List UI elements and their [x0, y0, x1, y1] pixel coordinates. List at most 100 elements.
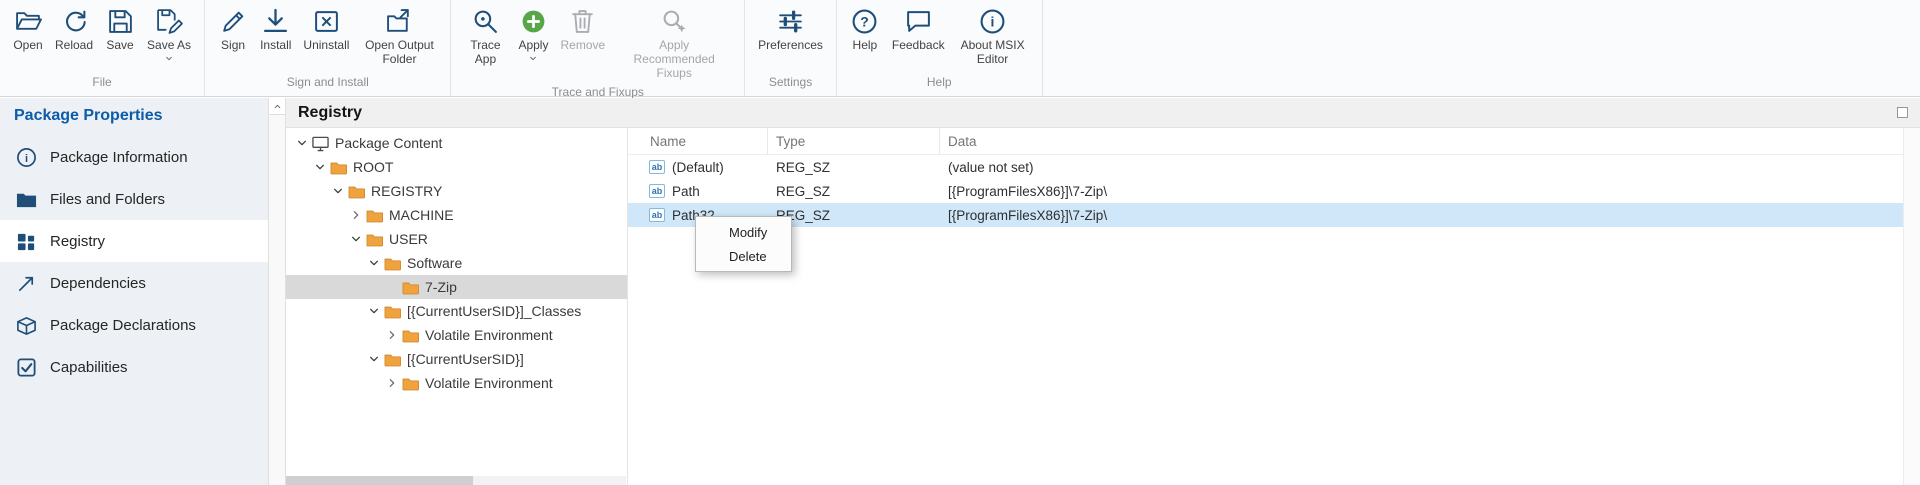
folder-icon	[402, 375, 419, 392]
chevron-down-icon[interactable]	[348, 231, 364, 247]
sidebar-item-files-and-folders[interactable]: Files and Folders	[0, 178, 268, 220]
remove-button[interactable]: Remove	[554, 5, 611, 55]
ribbon-group-settings: Preferences Settings	[745, 0, 837, 96]
tree-item-currentusersid-classes[interactable]: [{CurrentUserSID}]_Classes	[286, 299, 627, 323]
sign-button[interactable]: Sign	[212, 5, 254, 55]
tree-item-volatile-environment-2[interactable]: Volatile Environment	[286, 371, 627, 395]
ribbon-group-help: Help Feedback About MSIX Editor Help	[837, 0, 1043, 96]
cell-type: REG_SZ	[768, 184, 940, 199]
button-label: Open Output Folder	[361, 39, 437, 67]
cell-data: [{ProgramFilesX86}]\7-Zip\	[940, 184, 1920, 199]
chevron-down-icon[interactable]	[366, 351, 382, 367]
open-output-folder-icon	[386, 8, 413, 35]
trace-app-button[interactable]: Trace App	[458, 5, 512, 69]
ribbon-group-label: Sign and Install	[205, 72, 450, 96]
chevron-right-icon[interactable]	[384, 327, 400, 343]
scroll-up-button[interactable]	[269, 98, 285, 115]
button-label: Feedback	[892, 39, 945, 53]
sidebar-item-package-information[interactable]: Package Information	[0, 136, 268, 178]
table-row-default[interactable]: ab (Default) REG_SZ (value not set)	[628, 155, 1920, 179]
save-icon	[107, 8, 134, 35]
chevron-down-icon[interactable]	[312, 159, 328, 175]
cell-type: REG_SZ	[768, 208, 940, 223]
feedback-button[interactable]: Feedback	[886, 5, 951, 55]
tree-item-user[interactable]: USER	[286, 227, 627, 251]
chevron-down-icon[interactable]	[294, 135, 310, 151]
value-name: (Default)	[672, 160, 724, 175]
sidebar-item-capabilities[interactable]: Capabilities	[0, 346, 268, 388]
tree-item-registry[interactable]: REGISTRY	[286, 179, 627, 203]
sidebar-item-registry[interactable]: Registry	[0, 220, 268, 262]
preferences-button[interactable]: Preferences	[752, 5, 829, 55]
chevron-down-icon[interactable]	[330, 183, 346, 199]
apply-button[interactable]: Apply	[512, 5, 554, 64]
tree-item-volatile-environment-1[interactable]: Volatile Environment	[286, 323, 627, 347]
sidebar-item-label: Dependencies	[50, 275, 146, 292]
trash-icon	[569, 8, 596, 35]
column-header-name[interactable]: Name	[628, 128, 768, 154]
chevron-down-icon[interactable]	[366, 303, 382, 319]
uninstall-button[interactable]: Uninstall	[297, 5, 355, 55]
column-header-data[interactable]: Data	[940, 128, 1920, 154]
button-label: Open	[13, 39, 42, 53]
tree-item-label: [{CurrentUserSID}]	[407, 351, 524, 367]
package-box-icon	[16, 315, 37, 336]
save-button[interactable]: Save	[99, 5, 141, 55]
ribbon-group-file: Open Reload Save Save As File	[0, 0, 205, 96]
registry-values-table: Name Type Data ab (Default) REG_SZ (valu…	[628, 128, 1920, 485]
reg-sz-icon: ab	[649, 184, 665, 198]
main-panel: Registry Package Content ROOT	[286, 98, 1920, 485]
reload-button[interactable]: Reload	[49, 5, 99, 55]
folder-icon	[366, 207, 383, 224]
chevron-up-icon	[273, 103, 282, 110]
about-msix-editor-button[interactable]: About MSIX Editor	[951, 5, 1035, 69]
open-button[interactable]: Open	[7, 5, 49, 55]
context-menu-item-modify[interactable]: Modify	[696, 220, 791, 244]
tree-item-machine[interactable]: MACHINE	[286, 203, 627, 227]
context-menu-item-delete[interactable]: Delete	[696, 244, 791, 268]
folder-icon	[384, 303, 401, 320]
expander-placeholder	[384, 279, 400, 295]
tree-item-package-content[interactable]: Package Content	[286, 131, 627, 155]
registry-header-bar: Registry	[286, 98, 1920, 128]
horizontal-scrollbar[interactable]	[286, 476, 626, 485]
tree-item-7zip[interactable]: 7-Zip	[286, 275, 627, 299]
save-as-icon	[156, 8, 183, 35]
preferences-sliders-icon	[777, 8, 804, 35]
vertical-scrollbar[interactable]	[268, 98, 286, 485]
registry-blocks-icon	[16, 231, 37, 252]
sidebar-item-dependencies[interactable]: Dependencies	[0, 262, 268, 304]
sidebar-item-label: Capabilities	[50, 359, 128, 376]
panel-toggle-icon[interactable]	[1897, 107, 1908, 118]
sidebar-title: Package Properties	[0, 98, 268, 136]
feedback-bubble-icon	[905, 8, 932, 35]
sign-pencil-icon	[220, 8, 247, 35]
tree-item-label: Software	[407, 255, 462, 271]
chevron-right-icon[interactable]	[348, 207, 364, 223]
save-as-button[interactable]: Save As	[141, 5, 197, 64]
checkbox-check-icon	[16, 357, 37, 378]
table-row-path32[interactable]: ab Path32 REG_SZ [{ProgramFilesX86}]\7-Z…	[628, 203, 1920, 227]
chevron-down-icon[interactable]	[366, 255, 382, 271]
install-button[interactable]: Install	[254, 5, 297, 55]
sidebar-item-label: Files and Folders	[50, 191, 165, 208]
value-name: Path	[672, 184, 700, 199]
tree-item-software[interactable]: Software	[286, 251, 627, 275]
button-label: Trace App	[464, 39, 506, 67]
tree-item-currentusersid[interactable]: [{CurrentUserSID}]	[286, 347, 627, 371]
sidebar-item-package-declarations[interactable]: Package Declarations	[0, 304, 268, 346]
tree-item-root[interactable]: ROOT	[286, 155, 627, 179]
computer-icon	[312, 135, 329, 152]
fixups-magnifier-icon	[661, 8, 688, 35]
table-vertical-scrollbar[interactable]	[1903, 128, 1920, 485]
apply-recommended-fixups-button[interactable]: Apply Recommended Fixups	[611, 5, 737, 82]
help-button[interactable]: Help	[844, 5, 886, 55]
chevron-right-icon[interactable]	[384, 375, 400, 391]
ribbon-group-trace-fixups: Trace App Apply Remove Apply Recommended…	[451, 0, 745, 96]
cell-type: REG_SZ	[768, 160, 940, 175]
tree-item-label: Package Content	[335, 135, 442, 151]
open-output-folder-button[interactable]: Open Output Folder	[355, 5, 443, 69]
table-row-path[interactable]: ab Path REG_SZ [{ProgramFilesX86}]\7-Zip…	[628, 179, 1920, 203]
column-header-type[interactable]: Type	[768, 128, 940, 154]
scrollbar-thumb[interactable]	[286, 476, 473, 485]
